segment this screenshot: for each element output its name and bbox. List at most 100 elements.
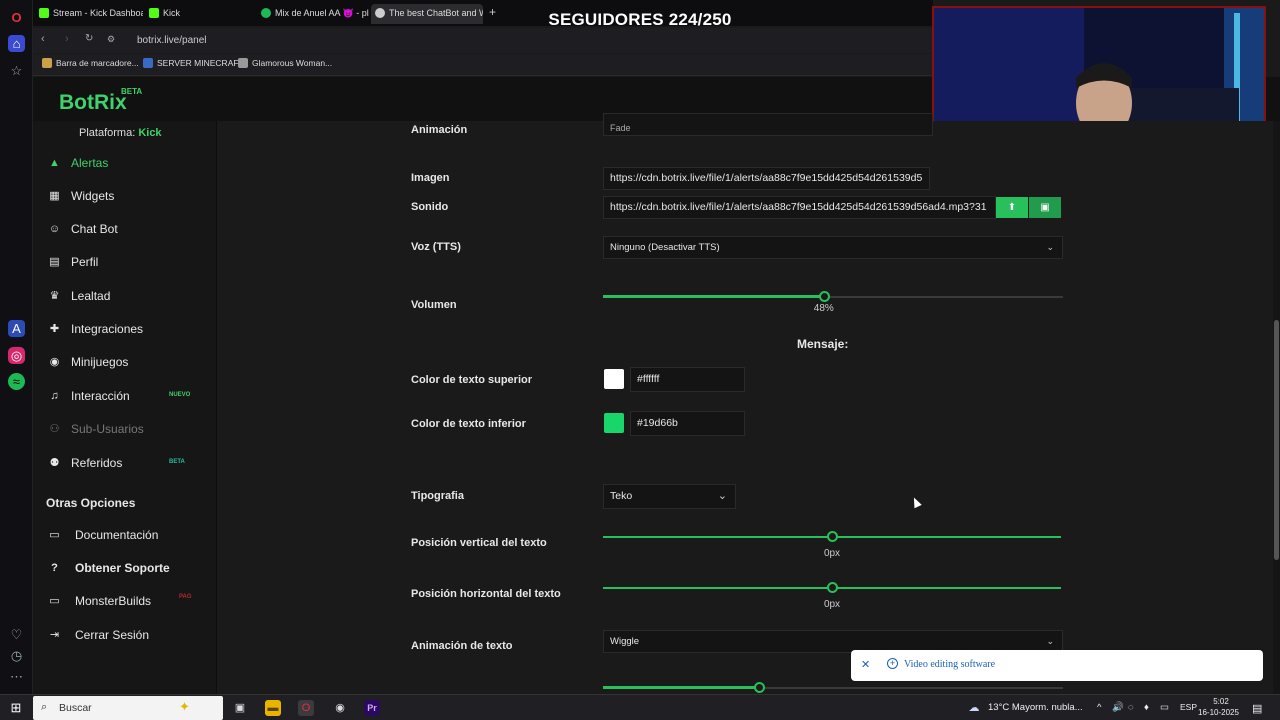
- sidebar-item-label: Referidos: [71, 456, 123, 470]
- file-explorer-icon[interactable]: ▬: [265, 700, 281, 716]
- notification-banner[interactable]: ✕ + Video editing software: [851, 650, 1263, 681]
- more-icon[interactable]: ⋯: [8, 668, 25, 685]
- url-field[interactable]: botrix.live/panel: [125, 32, 885, 50]
- star-icon[interactable]: ☆: [8, 62, 25, 79]
- scrollbar-thumb[interactable]: [1274, 320, 1279, 560]
- forward-icon[interactable]: ›: [65, 33, 69, 45]
- history-icon[interactable]: ◷: [8, 647, 25, 664]
- sidebar-item-referidos[interactable]: ⚉ Referidos BETA: [33, 451, 217, 475]
- volume-label: Volumen: [411, 299, 457, 311]
- volume-slider[interactable]: [603, 291, 1063, 303]
- windows-start-icon[interactable]: ⊞: [8, 700, 24, 716]
- spotify-icon: [261, 8, 271, 18]
- sidebar-item-documentacion[interactable]: ▭ Documentación: [33, 523, 217, 547]
- aria-icon[interactable]: A: [8, 320, 25, 337]
- clock-date[interactable]: 16-10-2025: [1198, 708, 1239, 717]
- obs-icon[interactable]: ◉: [332, 700, 348, 716]
- bottom-color-label: Color de texto inferior: [411, 418, 526, 430]
- opera-icon[interactable]: O: [298, 700, 314, 716]
- reload-icon[interactable]: ↻: [85, 33, 93, 44]
- music-icon: ♫: [50, 390, 59, 402]
- botrix-logo[interactable]: BotRix: [59, 91, 127, 115]
- bookmarks-bar: Barra de marcadore... SERVER MINECRAFT G…: [33, 54, 933, 76]
- bookmark-folder[interactable]: Barra de marcadore...: [42, 58, 139, 68]
- close-icon[interactable]: ✕: [861, 658, 870, 671]
- search-placeholder: Buscar: [59, 702, 92, 714]
- back-icon[interactable]: ‹: [41, 33, 45, 45]
- sidebar-item-cerrar-sesion[interactable]: ⇥ Cerrar Sesión: [33, 623, 217, 647]
- tab-kick[interactable]: Kick: [145, 4, 250, 24]
- image-url-field[interactable]: https://cdn.botrix.live/file/1/alerts/aa…: [603, 167, 930, 190]
- bookmark-glamorous[interactable]: Glamorous Woman...: [238, 58, 332, 68]
- slider-thumb[interactable]: [827, 582, 838, 593]
- language-indicator[interactable]: ESP: [1180, 702, 1197, 712]
- opera-logo-icon[interactable]: O: [8, 9, 25, 26]
- vpos-slider[interactable]: [603, 531, 1061, 543]
- premiere-icon[interactable]: Pr: [364, 700, 380, 716]
- new-tab-icon[interactable]: +: [489, 5, 496, 19]
- sidebar-item-label: Perfil: [71, 255, 99, 269]
- tab-botrix[interactable]: The best ChatBot and Wi: [371, 4, 483, 24]
- trophy-icon: ♛: [49, 290, 60, 302]
- bottom-color-swatch[interactable]: [604, 413, 624, 433]
- sidebar-item-alertas[interactable]: ▲ Alertas: [33, 151, 217, 175]
- kick-icon: [39, 8, 49, 18]
- slider-thumb[interactable]: [754, 682, 765, 693]
- sidebar-item-integraciones[interactable]: ✚ Integraciones: [33, 317, 217, 341]
- heart-icon[interactable]: ♡: [8, 626, 25, 643]
- notification-center-icon[interactable]: ▤: [1252, 702, 1262, 715]
- instagram-icon[interactable]: ◎: [8, 347, 25, 364]
- mic-icon[interactable]: ♦: [1144, 702, 1149, 713]
- slider-thumb[interactable]: [818, 291, 830, 302]
- sidebar-item-chatbot[interactable]: ☺ Chat Bot: [33, 217, 217, 241]
- tray-chevron-icon[interactable]: ^: [1097, 702, 1101, 713]
- speaker-icon[interactable]: 🔊: [1112, 702, 1124, 713]
- top-color-swatch[interactable]: [604, 369, 624, 389]
- clock-time[interactable]: 5:02: [1200, 697, 1242, 706]
- site-info-icon[interactable]: ⚙: [107, 34, 115, 45]
- sidebar-item-interaccion[interactable]: ♫ Interacción NUEVO: [33, 384, 217, 408]
- animation-select[interactable]: Fade: [603, 113, 933, 136]
- home-icon[interactable]: ⌂: [8, 35, 25, 52]
- taskbar-search[interactable]: ⌕ Buscar ✦: [33, 696, 223, 720]
- sidebar-item-lealtad[interactable]: ♛ Lealtad: [33, 284, 217, 308]
- new-badge: NUEVO: [169, 392, 191, 398]
- vpos-label: Posición vertical del texto: [411, 537, 547, 549]
- tab-spotify[interactable]: Mix de Anuel AA 😈 - playl: [257, 4, 369, 24]
- sidebar-item-soporte[interactable]: ? Obtener Soporte: [33, 556, 217, 580]
- tts-value: Ninguno (Desactivar TTS): [610, 242, 720, 253]
- wifi-icon[interactable]: ◌: [1128, 702, 1134, 713]
- font-select[interactable]: Teko ⌄: [603, 484, 736, 509]
- tts-select[interactable]: Ninguno (Desactivar TTS) ⌄: [603, 236, 1063, 259]
- battery-icon[interactable]: ▭: [1160, 702, 1169, 713]
- slider-thumb[interactable]: [827, 531, 838, 542]
- sidebar-item-label: Integraciones: [71, 322, 144, 336]
- bottom-color-input[interactable]: #19d66b: [630, 411, 745, 436]
- top-color-input[interactable]: #ffffff: [630, 367, 745, 392]
- plus-circle-icon: +: [887, 658, 898, 669]
- upload-sound-button[interactable]: ⬆: [996, 197, 1028, 218]
- sound-url-field[interactable]: https://cdn.botrix.live/file/1/alerts/aa…: [603, 196, 996, 219]
- sidebar-item-minijuegos[interactable]: ◉ Minijuegos: [33, 350, 217, 374]
- beta-badge: BETA: [121, 87, 143, 96]
- library-sound-button[interactable]: ▣: [1029, 197, 1061, 218]
- sidebar-item-monsterbuilds[interactable]: ▭ MonsterBuilds PAG: [33, 589, 217, 613]
- tab-kick-dashboard[interactable]: Stream - Kick Dashboard: [35, 4, 143, 24]
- alert-settings-form: Animación Fade Imagen https://cdn.botrix…: [218, 113, 1274, 694]
- hpos-slider[interactable]: [603, 582, 1061, 594]
- weather-text[interactable]: 13°C Mayorm. nubla...: [988, 702, 1083, 713]
- task-view-icon[interactable]: ▣: [232, 700, 248, 716]
- puzzle-icon: ✚: [49, 323, 60, 335]
- partial-slider[interactable]: [603, 682, 1063, 694]
- bookmark-minecraft[interactable]: SERVER MINECRAFT: [143, 58, 244, 68]
- page-icon: [238, 58, 248, 68]
- sidebar-item-perfil[interactable]: ▤ Perfil: [33, 250, 217, 274]
- sidebar-item-widgets[interactable]: ▦ Widgets: [33, 184, 217, 208]
- sidebar-item-label: Interacción: [71, 389, 130, 403]
- spotify-icon[interactable]: ≈: [8, 373, 25, 390]
- sidebar-item-subusuarios[interactable]: ⚇ Sub-Usuarios: [33, 417, 217, 441]
- notification-text[interactable]: Video editing software: [904, 659, 995, 670]
- robot-icon: ☺: [48, 223, 61, 235]
- sidebar-item-label: Obtener Soporte: [75, 561, 170, 575]
- sidebar-item-label: Minijuegos: [71, 355, 129, 369]
